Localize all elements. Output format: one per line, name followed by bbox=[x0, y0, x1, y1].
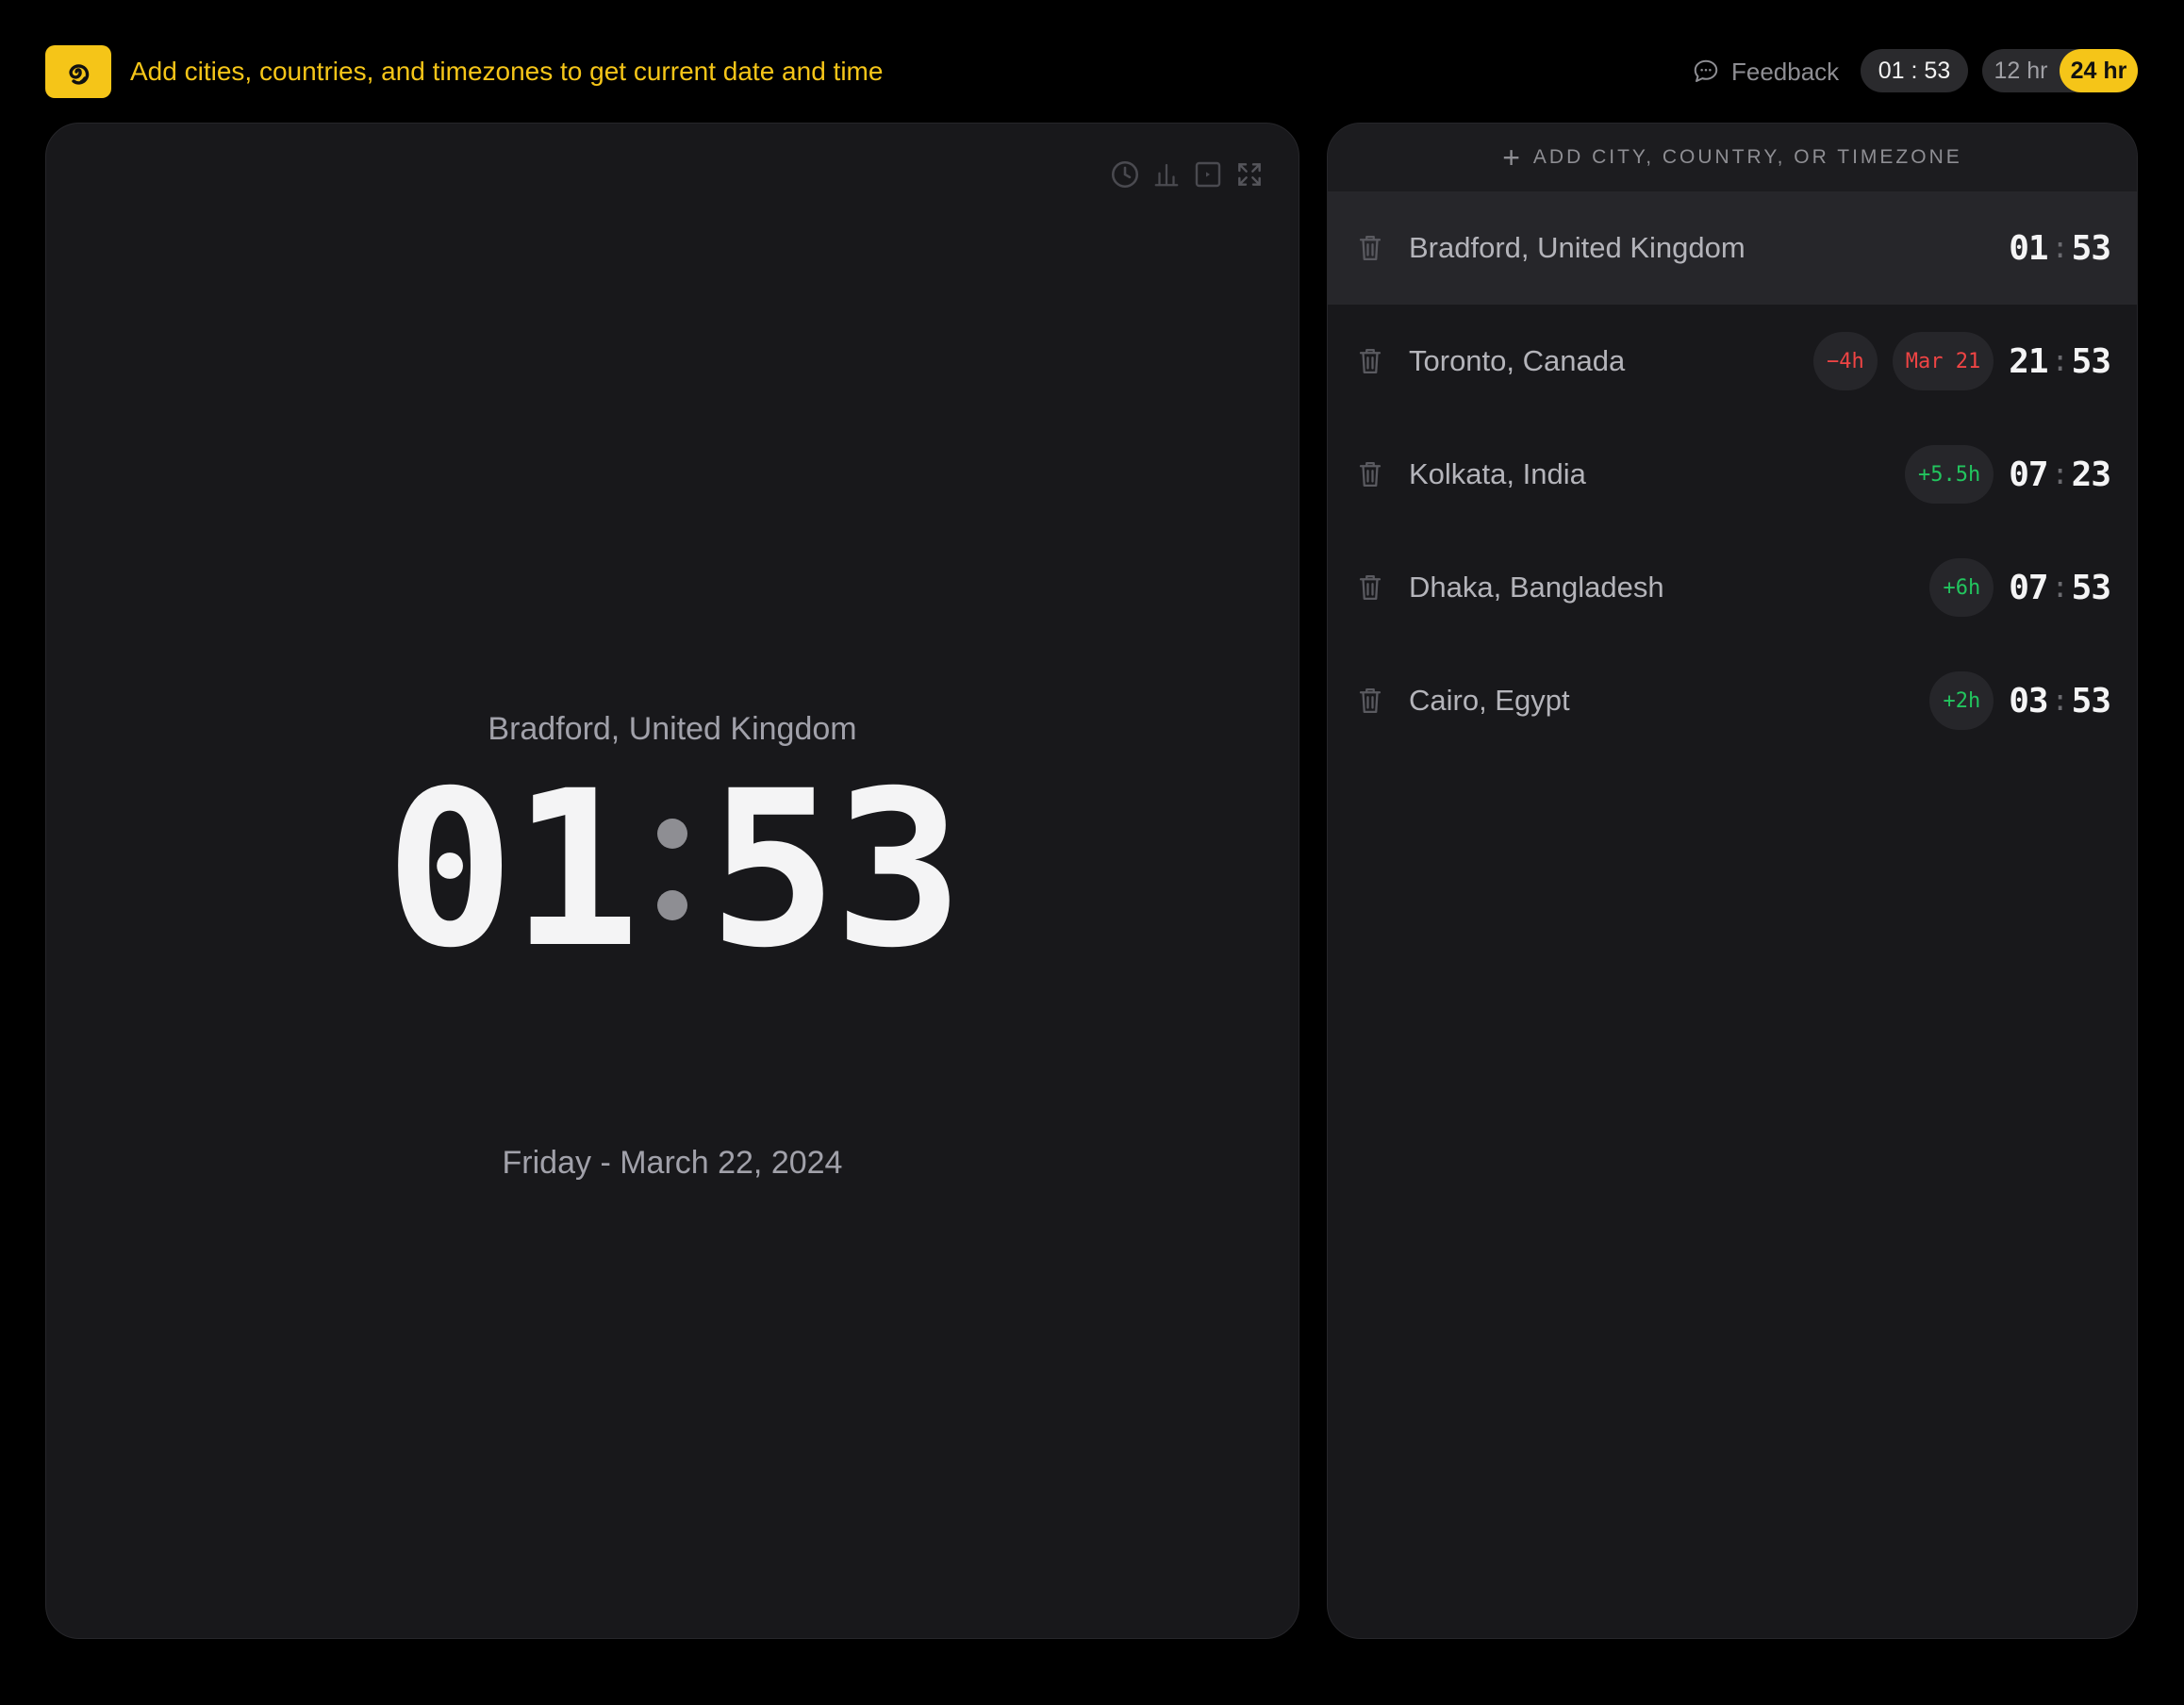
panel-toolbar bbox=[1108, 157, 1266, 191]
city-name[interactable]: Dhaka, Bangladesh bbox=[1409, 571, 1929, 604]
city-time-minutes: 53 bbox=[2071, 228, 2111, 268]
tagline: Add cities, countries, and timezones to … bbox=[130, 57, 884, 86]
city-time-minutes: 53 bbox=[2071, 568, 2111, 607]
city-name[interactable]: Cairo, Egypt bbox=[1409, 684, 1929, 718]
city-list-panel: + ADD CITY, COUNTRY, OR TIMEZONE Bradfor… bbox=[1327, 123, 2138, 1639]
big-clock: 01 53 bbox=[46, 744, 1299, 995]
spiral-logo-icon bbox=[69, 64, 90, 85]
city-name[interactable]: Bradford, United Kingdom bbox=[1409, 231, 2009, 265]
fullscreen-button[interactable] bbox=[1233, 157, 1266, 191]
trash-icon[interactable] bbox=[1354, 569, 1386, 606]
offset-badge: −4h bbox=[1812, 332, 1878, 390]
city-row[interactable]: Cairo, Egypt +2h 03:53 bbox=[1328, 644, 2137, 757]
city-time-hours: 21 bbox=[2009, 341, 2048, 381]
bar-chart-icon bbox=[1154, 163, 1179, 187]
feedback-label: Feedback bbox=[1731, 57, 1840, 86]
big-clock-date: Friday - March 22, 2024 bbox=[502, 1145, 843, 1181]
chat-bubble-icon bbox=[1694, 59, 1718, 82]
date-badge: Mar 21 bbox=[1892, 332, 1994, 390]
clock-icon bbox=[1111, 160, 1139, 189]
city-row[interactable]: Dhaka, Bangladesh +6h 07:53 bbox=[1328, 531, 2137, 644]
chart-view-button[interactable] bbox=[1150, 157, 1183, 191]
feedback-button[interactable]: Feedback bbox=[1692, 53, 1839, 91]
big-clock-hours: 01 bbox=[385, 744, 640, 995]
city-row[interactable]: Kolkata, India +5.5h 07:23 bbox=[1328, 418, 2137, 531]
trash-icon[interactable] bbox=[1354, 682, 1386, 720]
city-time-hours: 01 bbox=[2009, 228, 2048, 268]
offset-badge: +2h bbox=[1929, 671, 1994, 730]
city-time-colon: : bbox=[2051, 571, 2069, 604]
city-time: 07:53 bbox=[2009, 568, 2111, 607]
city-time-hours: 07 bbox=[2009, 568, 2048, 607]
big-clock-colon bbox=[657, 819, 687, 920]
main-clock-panel: Bradford, United Kingdom 01 53 Friday - … bbox=[45, 123, 1299, 1639]
plus-icon: + bbox=[1502, 141, 1520, 174]
play-square-icon bbox=[1195, 161, 1221, 188]
trash-icon[interactable] bbox=[1354, 229, 1386, 267]
city-row[interactable]: Toronto, Canada −4h Mar 21 21:53 bbox=[1328, 305, 2137, 418]
city-list: Bradford, United Kingdom 01:53 Toronto, Ca… bbox=[1328, 191, 2137, 757]
city-time-colon: : bbox=[2051, 231, 2069, 265]
city-time: 03:53 bbox=[2009, 681, 2111, 720]
presentation-view-button[interactable] bbox=[1191, 157, 1225, 191]
selected-city-label: Bradford, United Kingdom bbox=[488, 711, 857, 747]
clock-view-button[interactable] bbox=[1108, 157, 1142, 191]
current-time-pill: 01 : 53 bbox=[1861, 49, 1968, 92]
format-12hr-option[interactable]: 12 hr bbox=[1982, 49, 2060, 92]
app-logo[interactable] bbox=[45, 45, 111, 98]
city-time-colon: : bbox=[2051, 457, 2069, 491]
big-clock-minutes: 53 bbox=[708, 744, 964, 995]
offset-badge: +6h bbox=[1929, 558, 1994, 617]
city-time-minutes: 53 bbox=[2071, 341, 2111, 381]
city-time-hours: 03 bbox=[2009, 681, 2048, 720]
city-time-colon: : bbox=[2051, 684, 2069, 718]
trash-icon[interactable] bbox=[1354, 342, 1386, 380]
city-time: 07:23 bbox=[2009, 455, 2111, 494]
city-time: 21:53 bbox=[2009, 341, 2111, 381]
add-city-button[interactable]: + ADD CITY, COUNTRY, OR TIMEZONE bbox=[1328, 124, 2137, 191]
city-name[interactable]: Toronto, Canada bbox=[1409, 344, 1813, 378]
city-row[interactable]: Bradford, United Kingdom 01:53 bbox=[1328, 191, 2137, 305]
city-time: 01:53 bbox=[2009, 228, 2111, 268]
fullscreen-icon bbox=[1238, 163, 1261, 186]
city-time-hours: 07 bbox=[2009, 455, 2048, 494]
trash-icon[interactable] bbox=[1354, 455, 1386, 493]
offset-badge: +5.5h bbox=[1904, 445, 1994, 504]
city-time-minutes: 53 bbox=[2071, 681, 2111, 720]
city-name[interactable]: Kolkata, India bbox=[1409, 457, 1905, 491]
time-format-toggle[interactable]: 12 hr 24 hr bbox=[1982, 49, 2138, 92]
city-time-minutes: 23 bbox=[2071, 455, 2111, 494]
add-city-label: ADD CITY, COUNTRY, OR TIMEZONE bbox=[1532, 146, 1962, 168]
city-time-colon: : bbox=[2051, 344, 2069, 378]
format-24hr-option[interactable]: 24 hr bbox=[2060, 49, 2138, 92]
